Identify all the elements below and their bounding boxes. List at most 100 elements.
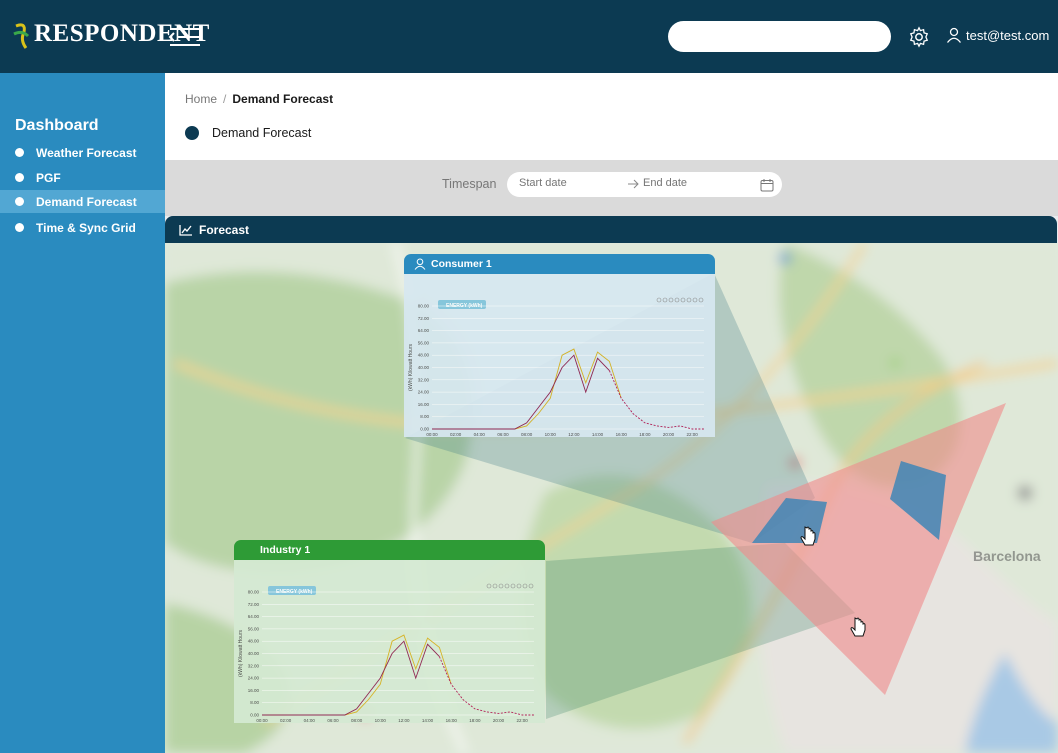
x-tick-label: 00:00 [426, 432, 438, 437]
y-tick-label: 16.00 [418, 402, 430, 407]
y-tick-label: 56.00 [248, 626, 260, 631]
x-tick-label: 06:00 [497, 432, 509, 437]
y-tick-label: 48.00 [418, 353, 430, 358]
x-tick-label: 08:00 [521, 432, 533, 437]
calendar-icon[interactable] [760, 178, 774, 192]
page-title-text: Demand Forecast [212, 126, 312, 140]
x-tick-label: 22:00 [687, 432, 699, 437]
search-input[interactable] [668, 21, 891, 52]
page-dot-icon [185, 126, 199, 140]
series-line [438, 656, 534, 716]
chart-toolbar-icon[interactable] [492, 583, 498, 589]
y-tick-label: 64.00 [248, 614, 260, 619]
y-tick-label: 48.00 [248, 639, 260, 644]
chart-toolbar-icon[interactable] [680, 297, 686, 303]
timespan-band: Timespan [165, 160, 1058, 216]
x-tick-label: 04:00 [304, 718, 316, 723]
x-tick-label: 18:00 [639, 432, 651, 437]
series-line [432, 348, 622, 430]
breadcrumb-current: Demand Forecast [232, 92, 334, 106]
line-chart-icon [179, 224, 192, 236]
x-tick-label: 06:00 [327, 718, 339, 723]
content-header: Home / Demand Forecast Demand Forecast [165, 73, 1058, 160]
bullet-icon [15, 223, 24, 232]
end-date-input[interactable] [643, 177, 738, 189]
chart-toolbar-icon[interactable] [686, 297, 692, 303]
sidebar-item-time-sync-grid[interactable]: Time & Sync Grid [0, 216, 165, 239]
menu-toggle-icon[interactable] [168, 26, 202, 48]
chart-toolbar-icon[interactable] [510, 583, 516, 589]
chart-toolbar-icon[interactable] [668, 297, 674, 303]
x-tick-label: 16:00 [616, 432, 628, 437]
chart-toolbar-icon[interactable] [498, 583, 504, 589]
x-tick-label: 08:00 [351, 718, 363, 723]
chart-toolbar-icon[interactable] [516, 583, 522, 589]
y-tick-label: 24.00 [418, 390, 430, 395]
x-tick-label: 12:00 [568, 432, 580, 437]
y-tick-label: 8.00 [420, 414, 429, 419]
industry-card-header: Industry 1 [234, 540, 545, 560]
forecast-panel-header: Forecast [165, 216, 1057, 243]
consumer-energy-chart: ENERGY (kWh)80.0072.0064.0056.0048.0040.… [408, 297, 704, 447]
sidebar: Dashboard Weather Forecast PGF Demand Fo… [0, 73, 165, 753]
y-tick-label: 80.00 [418, 304, 430, 309]
x-tick-label: 20:00 [663, 432, 675, 437]
bullet-icon [15, 197, 24, 206]
x-tick-label: 02:00 [280, 718, 292, 723]
x-tick-label: 14:00 [592, 432, 604, 437]
series-line [608, 370, 704, 430]
sidebar-item-weather-forecast[interactable]: Weather Forecast [0, 141, 165, 164]
x-tick-label: 22:00 [517, 718, 529, 723]
chart-toolbar-icon[interactable] [698, 297, 704, 303]
top-bar: RESPONDENT test@test.com [0, 0, 1058, 73]
x-tick-label: 12:00 [398, 718, 410, 723]
series-line [262, 634, 452, 716]
start-date-input[interactable] [519, 177, 614, 189]
sidebar-title[interactable]: Dashboard [15, 117, 99, 135]
gear-icon[interactable] [908, 26, 930, 48]
forecast-title: Forecast [199, 222, 250, 237]
consumer-card-title: Consumer 1 [431, 258, 492, 270]
y-tick-label: 72.00 [418, 316, 430, 321]
y-tick-label: 56.00 [418, 340, 430, 345]
sidebar-item-label: Weather Forecast [36, 145, 137, 160]
y-tick-label: 0.00 [420, 427, 429, 432]
chart-toolbar-icon[interactable] [504, 583, 510, 589]
chart-toolbar-icon[interactable] [522, 583, 528, 589]
logo-icon [13, 23, 30, 49]
page-title: Demand Forecast [185, 126, 311, 140]
map-city-label: Barcelona [973, 548, 1041, 564]
x-tick-label: 16:00 [446, 718, 458, 723]
chart-toolbar-icon[interactable] [528, 583, 534, 589]
x-tick-label: 00:00 [256, 718, 268, 723]
sidebar-item-label: PGF [36, 170, 61, 185]
chart-toolbar-icon[interactable] [662, 297, 668, 303]
chart-toolbar-icon[interactable] [674, 297, 680, 303]
y-tick-label: 32.00 [248, 663, 260, 668]
industry-chart-card[interactable]: Industry 1 ENERGY (kWh) 80.00 72.00 64.00 56… [234, 540, 545, 733]
bullet-icon [15, 173, 24, 182]
y-tick-label: 40.00 [418, 365, 430, 370]
chart-toolbar-icon[interactable] [656, 297, 662, 303]
chart-toolbar-icon[interactable] [486, 583, 492, 589]
x-tick-label: 04:00 [474, 432, 486, 437]
user-icon [946, 27, 962, 43]
breadcrumb-home[interactable]: Home [185, 92, 217, 106]
user-email: test@test.com [966, 27, 1050, 43]
chart-toolbar-icon[interactable] [692, 297, 698, 303]
industry-energy-chart: ENERGY (kWh)80.0072.0064.0056.0048.0040.… [238, 583, 534, 733]
date-range-picker[interactable] [507, 172, 782, 197]
bullet-icon [15, 148, 24, 157]
x-tick-label: 14:00 [422, 718, 434, 723]
sidebar-item-pgf[interactable]: PGF [0, 166, 165, 189]
y-tick-label: 72.00 [248, 602, 260, 607]
user-menu[interactable]: test@test.com [946, 27, 1049, 43]
sidebar-item-demand-forecast[interactable]: Demand Forecast [0, 190, 165, 213]
consumer-chart-card[interactable]: Consumer 1 ENERGY (kWh) 80.00 72.00 64.00 56… [404, 254, 715, 447]
y-tick-label: 24.00 [248, 676, 260, 681]
user-icon [414, 258, 426, 270]
y-tick-label: 32.00 [418, 377, 430, 382]
x-tick-label: 10:00 [545, 432, 557, 437]
x-tick-label: 18:00 [469, 718, 481, 723]
sidebar-item-label: Demand Forecast [36, 194, 137, 209]
